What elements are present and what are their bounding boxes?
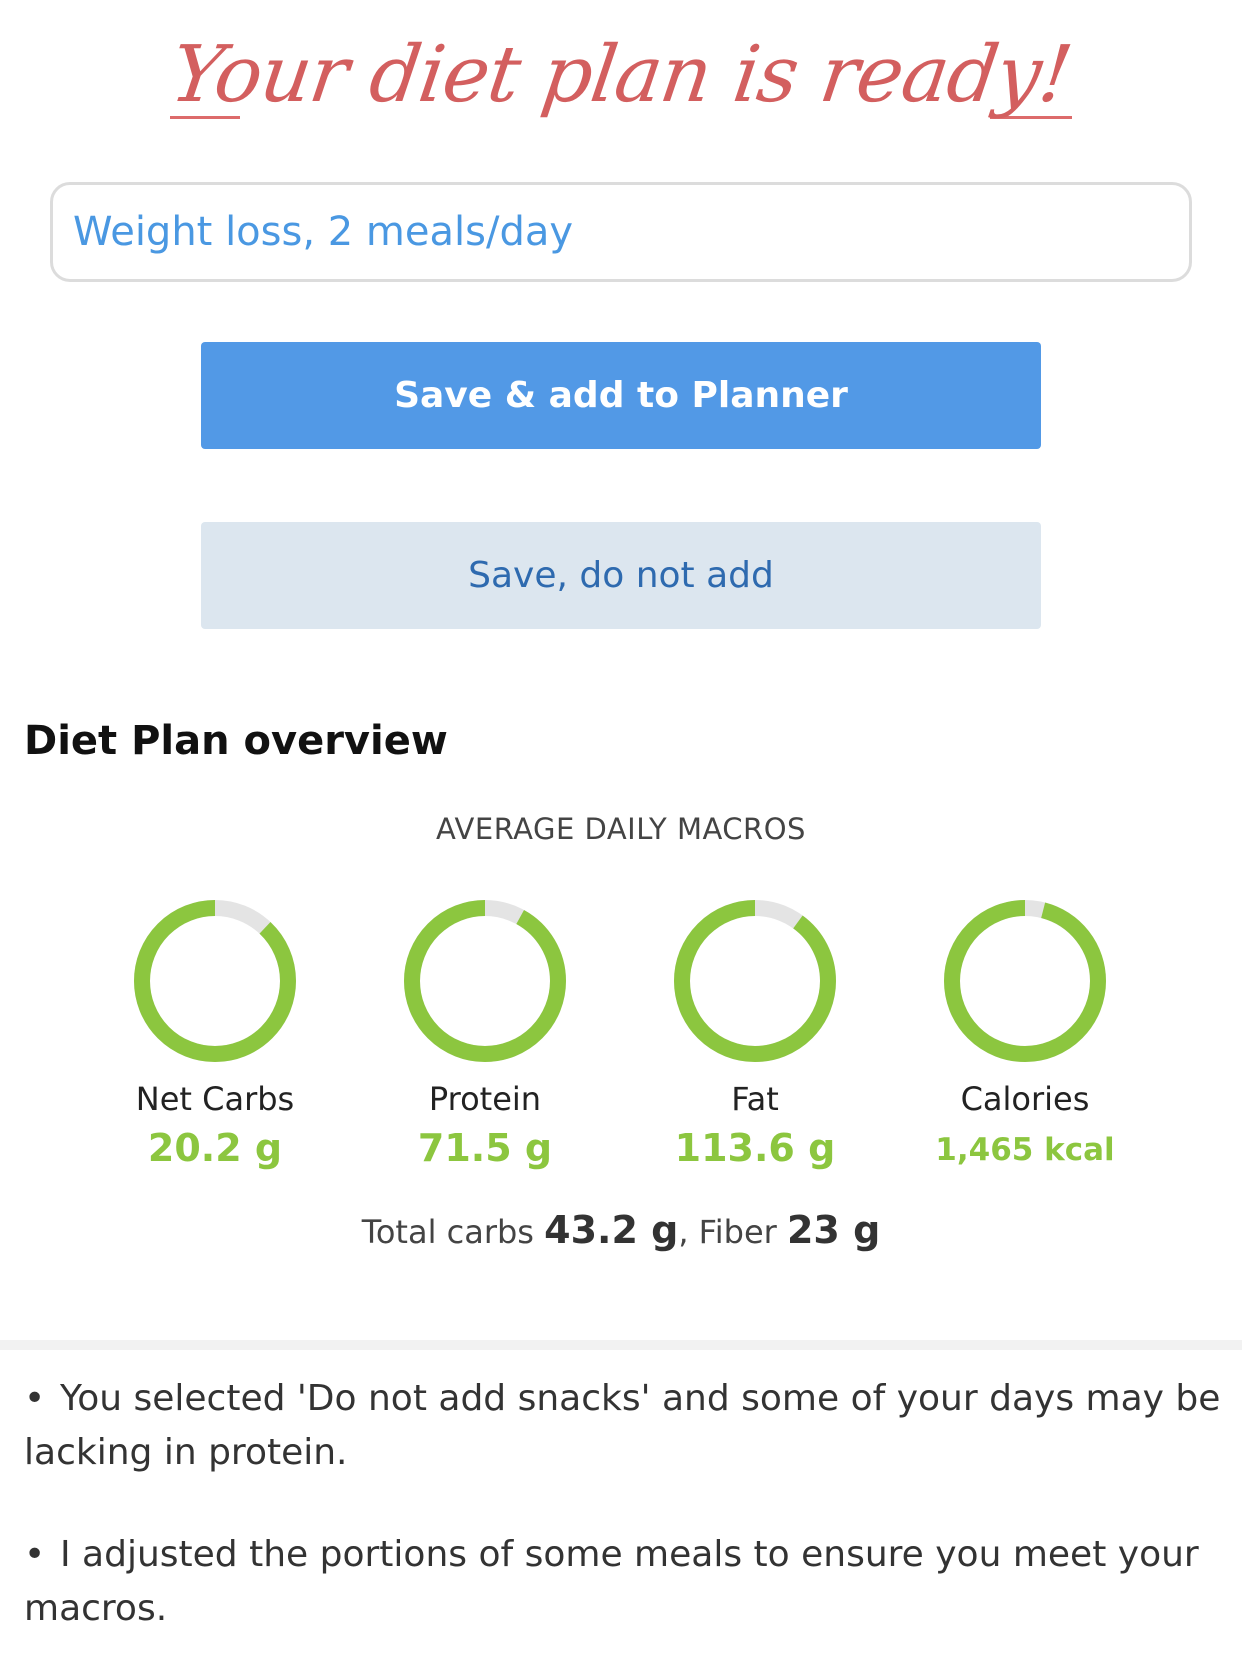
overview-title: Diet Plan overview — [24, 718, 448, 764]
title-area: Your diet plan is ready! — [0, 30, 1242, 150]
macro-calories: Calories 1,465 kcal — [890, 896, 1160, 1168]
macro-value: 71.5 g — [417, 1126, 553, 1170]
macro-label: Net Carbs — [135, 1080, 295, 1118]
fiber-value: 23 g — [786, 1208, 881, 1252]
bullet-icon: • — [24, 1534, 46, 1575]
calories-ring — [944, 900, 1106, 1062]
total-carbs-label: Total carbs — [361, 1213, 534, 1251]
macro-label: Calories — [960, 1080, 1090, 1118]
macro-value: 113.6 g — [674, 1126, 836, 1170]
macros-heading: AVERAGE DAILY MACROS — [436, 812, 806, 846]
section-divider — [0, 1340, 1242, 1350]
save-and-add-to-planner-button[interactable]: Save & add to Planner — [201, 342, 1041, 449]
note-text: You selected 'Do not add snacks' and som… — [24, 1378, 1221, 1473]
fat-ring — [674, 900, 836, 1062]
note-item: • I adjusted the portions of some meals t… — [24, 1528, 1224, 1636]
diet-plan-ready-screen: Your diet plan is ready! Save & add to P… — [0, 0, 1242, 1656]
plan-name-input[interactable] — [50, 182, 1192, 282]
macro-label: Fat — [731, 1080, 779, 1118]
save-do-not-add-button[interactable]: Save, do not add — [201, 522, 1041, 629]
macro-label: Protein — [428, 1080, 542, 1118]
notes-list: • You selected 'Do not add snacks' and so… — [24, 1372, 1224, 1656]
bullet-icon: • — [24, 1378, 46, 1419]
page-title: Your diet plan is ready! — [165, 30, 1077, 120]
note-text: I adjusted the portions of some meals to… — [24, 1534, 1199, 1629]
macro-protein: Protein 71.5 g — [350, 896, 620, 1170]
macro-net-carbs: Net Carbs 20.2 g — [80, 896, 350, 1170]
macro-value: 1,465 kcal — [935, 1132, 1115, 1168]
carbs-fiber-totals: Total carbs 43.2 g, Fiber 23 g — [0, 1208, 1242, 1252]
net-carbs-ring — [134, 900, 296, 1062]
macro-value: 20.2 g — [147, 1126, 283, 1170]
macro-fat: Fat 113.6 g — [620, 896, 890, 1170]
total-carbs-value: 43.2 g — [544, 1208, 679, 1252]
totals-separator: , — [678, 1213, 699, 1251]
fiber-label: Fiber — [698, 1213, 777, 1251]
note-item: • You selected 'Do not add snacks' and so… — [24, 1372, 1224, 1480]
protein-ring — [404, 900, 566, 1062]
